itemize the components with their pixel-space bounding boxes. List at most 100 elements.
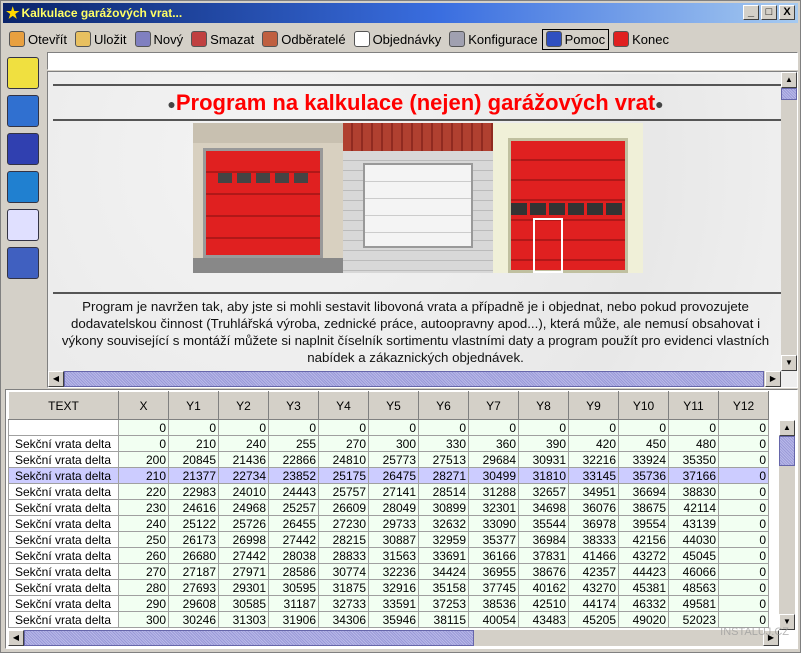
scroll-left-icon[interactable]: ◀ xyxy=(8,630,24,646)
table-cell[interactable]: 35158 xyxy=(418,579,469,596)
vertical-scrollbar[interactable]: ▲ ▼ xyxy=(781,72,797,371)
table-cell[interactable]: 30499 xyxy=(468,467,519,484)
table-cell[interactable]: 0 xyxy=(718,483,769,500)
table-cell[interactable]: Sekční vrata delta xyxy=(8,483,119,500)
table-cell[interactable]: 0 xyxy=(718,531,769,548)
table-cell[interactable]: 46066 xyxy=(668,563,719,580)
table-cell[interactable]: 27230 xyxy=(318,515,369,532)
table-cell[interactable]: 35544 xyxy=(518,515,569,532)
table-cell[interactable]: 0 xyxy=(718,595,769,612)
table-cell[interactable]: 31906 xyxy=(268,611,319,628)
table-cell[interactable]: 36166 xyxy=(468,547,519,564)
table-cell[interactable]: 34951 xyxy=(568,483,619,500)
table-cell[interactable]: 25773 xyxy=(368,451,419,468)
table-cell[interactable]: 0 xyxy=(418,419,469,436)
table-cell[interactable]: 37745 xyxy=(468,579,519,596)
table-cell[interactable]: 0 xyxy=(718,563,769,580)
table-cell[interactable]: Sekční vrata delta xyxy=(8,515,119,532)
column-header[interactable]: X xyxy=(118,391,169,420)
toolbar-button-7[interactable]: Pomoc xyxy=(541,28,610,50)
table-cell[interactable]: 39554 xyxy=(618,515,669,532)
table-cell[interactable]: 280 xyxy=(118,579,169,596)
table-cell[interactable]: 33090 xyxy=(468,515,519,532)
table-cell[interactable]: 0 xyxy=(568,419,619,436)
table-cell[interactable]: 42510 xyxy=(518,595,569,612)
table-row[interactable]: Sekční vrata delta 240 25122 25726 26455 2723… xyxy=(8,515,769,532)
table-cell[interactable]: 32959 xyxy=(418,531,469,548)
table-cell[interactable]: 33924 xyxy=(618,451,669,468)
table-cell[interactable]: 35350 xyxy=(668,451,719,468)
table-cell[interactable]: 0 xyxy=(718,435,769,452)
column-header[interactable]: Y1 xyxy=(168,391,219,420)
table-cell[interactable]: 32236 xyxy=(368,563,419,580)
table-cell[interactable]: 35946 xyxy=(368,611,419,628)
table-cell[interactable]: Sekční vrata delta xyxy=(8,579,119,596)
table-cell[interactable]: 36984 xyxy=(518,531,569,548)
table-cell[interactable]: 36694 xyxy=(618,483,669,500)
minimize-button[interactable]: _ xyxy=(743,5,759,20)
table-cell[interactable]: 0 xyxy=(618,419,669,436)
scroll-thumb[interactable] xyxy=(64,371,764,387)
table-cell[interactable]: Sekční vrata delta xyxy=(8,563,119,580)
table-cell[interactable]: 38830 xyxy=(668,483,719,500)
table-cell[interactable]: Sekční vrata delta xyxy=(8,451,119,468)
table-cell[interactable]: 37253 xyxy=(418,595,469,612)
toolbar-button-4[interactable]: Odběratelé xyxy=(258,29,349,50)
table-cell[interactable]: Sekční vrata delta xyxy=(8,611,119,628)
device-icon[interactable] xyxy=(7,133,39,165)
table-cell[interactable]: 26609 xyxy=(318,499,369,516)
table-row[interactable]: Sekční vrata delta 260 26680 27442 28038 2883… xyxy=(8,547,769,564)
table-cell[interactable]: 0 xyxy=(368,419,419,436)
table-cell[interactable]: 34424 xyxy=(418,563,469,580)
table-cell[interactable]: 210 xyxy=(118,467,169,484)
table-cell[interactable]: 31563 xyxy=(368,547,419,564)
table-cell[interactable]: 0 xyxy=(168,419,219,436)
table-cell[interactable]: 26455 xyxy=(268,515,319,532)
table-cell[interactable]: 32916 xyxy=(368,579,419,596)
table-cell[interactable]: 28514 xyxy=(418,483,469,500)
table-cell[interactable]: 32657 xyxy=(518,483,569,500)
table-cell[interactable]: 45045 xyxy=(668,547,719,564)
settings-window-icon[interactable] xyxy=(7,247,39,279)
table-cell[interactable]: 22734 xyxy=(218,467,269,484)
table-cell[interactable]: 29301 xyxy=(218,579,269,596)
table-cell[interactable]: 41466 xyxy=(568,547,619,564)
table-cell[interactable]: 37831 xyxy=(518,547,569,564)
table-cell[interactable]: 260 xyxy=(118,547,169,564)
close-button[interactable]: X xyxy=(779,5,795,20)
table-cell[interactable]: 35736 xyxy=(618,467,669,484)
table-cell[interactable]: 27693 xyxy=(168,579,219,596)
table-cell[interactable]: 26680 xyxy=(168,547,219,564)
table-cell[interactable]: 37166 xyxy=(668,467,719,484)
table-cell[interactable]: 270 xyxy=(318,435,369,452)
table-cell[interactable]: 27141 xyxy=(368,483,419,500)
table-cell[interactable]: 25122 xyxy=(168,515,219,532)
globe-icon[interactable] xyxy=(7,95,39,127)
table-cell[interactable]: 44174 xyxy=(568,595,619,612)
table-cell[interactable]: 46332 xyxy=(618,595,669,612)
toolbar-button-6[interactable]: Konfigurace xyxy=(445,29,541,50)
table-cell[interactable]: 30246 xyxy=(168,611,219,628)
table-row[interactable]: Sekční vrata delta 290 29608 30585 31187 3273… xyxy=(8,595,769,612)
table-cell[interactable]: 27442 xyxy=(268,531,319,548)
column-header[interactable]: Y3 xyxy=(268,391,319,420)
column-header[interactable]: Y8 xyxy=(518,391,569,420)
funnel-icon[interactable] xyxy=(7,57,39,89)
table-cell[interactable]: 29684 xyxy=(468,451,519,468)
scroll-up-icon[interactable]: ▲ xyxy=(781,72,797,88)
table-cell[interactable]: 36955 xyxy=(468,563,519,580)
table-row[interactable]: Sekční vrata delta 270 27187 27971 28586 3077… xyxy=(8,563,769,580)
table-cell[interactable]: 30585 xyxy=(218,595,269,612)
table-cell[interactable]: 20845 xyxy=(168,451,219,468)
table-horizontal-scrollbar[interactable]: ◀ ▶ xyxy=(8,630,779,646)
scroll-right-icon[interactable]: ▶ xyxy=(765,371,781,387)
table-cell[interactable]: 45205 xyxy=(568,611,619,628)
table-cell[interactable]: 31288 xyxy=(468,483,519,500)
table-cell[interactable]: 0 xyxy=(668,419,719,436)
table-cell[interactable]: 32733 xyxy=(318,595,369,612)
table-cell[interactable]: 49581 xyxy=(668,595,719,612)
table-cell[interactable]: 26998 xyxy=(218,531,269,548)
table-cell[interactable]: 24616 xyxy=(168,499,219,516)
table-cell[interactable]: 24443 xyxy=(268,483,319,500)
table-cell[interactable]: 28038 xyxy=(268,547,319,564)
